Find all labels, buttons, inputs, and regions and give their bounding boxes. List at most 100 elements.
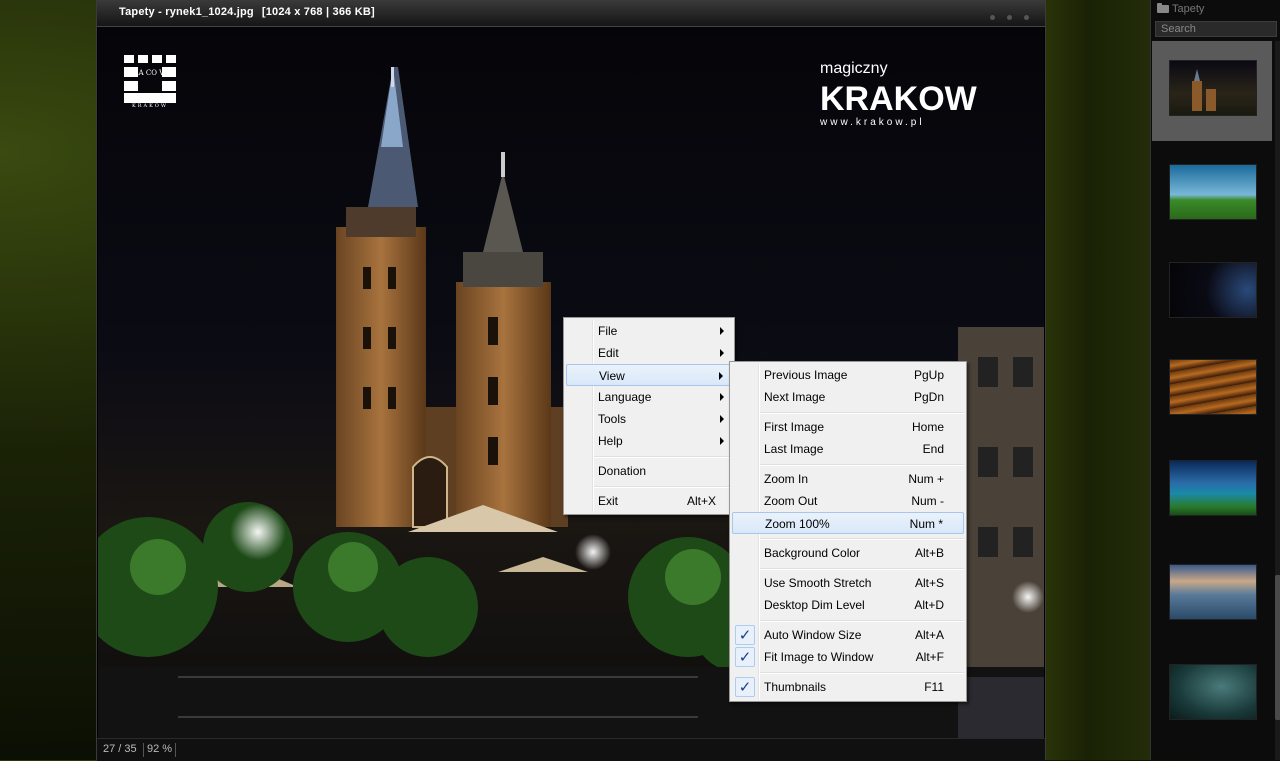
menu-item-shortcut: Alt+X xyxy=(686,494,716,508)
menu-item-label: Use Smooth Stretch xyxy=(764,576,872,590)
menu-item-shortcut: Num * xyxy=(909,517,943,531)
logo-krakow: KRAKOW xyxy=(820,80,978,118)
menu-item-shortcut: Alt+S xyxy=(914,576,944,590)
menu-item-help[interactable]: Help xyxy=(566,430,732,452)
menu-item-label: Desktop Dim Level xyxy=(764,598,865,612)
menu-separator xyxy=(594,486,732,488)
logo-krakow-url: www.krakow.pl xyxy=(819,117,925,128)
window-title: Tapety - rynek1_1024.jpg [1024 x 768 | 36… xyxy=(119,6,375,18)
menu-item-shortcut: End xyxy=(922,442,944,456)
minimize-dot[interactable] xyxy=(990,15,995,20)
menu-item-label: First Image xyxy=(764,420,825,434)
folder-icon xyxy=(1157,3,1169,13)
desktop-background xyxy=(1044,0,1150,760)
menu-item-shortcut: F11 xyxy=(924,680,944,694)
menu-item-smooth-stretch[interactable]: Use Smooth Stretch Alt+S xyxy=(732,572,964,594)
menu-separator xyxy=(760,568,964,570)
title-bar[interactable]: Tapety - rynek1_1024.jpg [1024 x 768 | 36… xyxy=(97,0,1045,27)
status-divider xyxy=(175,743,176,757)
menu-item-auto-window-size[interactable]: ✓ Auto Window Size Alt+A xyxy=(732,624,964,646)
menu-item-shortcut: Alt+F xyxy=(915,650,944,664)
menu-item-file[interactable]: File xyxy=(566,320,732,342)
window-controls[interactable] xyxy=(978,9,1029,23)
menu-item-label: Edit xyxy=(598,346,619,360)
menu-item-previous-image[interactable]: Previous Image PgUp xyxy=(732,364,964,386)
menu-item-label: Last Image xyxy=(764,442,824,456)
menu-item-label: Help xyxy=(598,434,623,448)
menu-item-exit[interactable]: Exit Alt+X xyxy=(566,490,732,512)
menu-item-label: Background Color xyxy=(764,546,861,560)
menu-item-thumbnails[interactable]: ✓ Thumbnails F11 xyxy=(732,676,964,698)
window-title-text: Tapety - rynek1_1024.jpg xyxy=(119,6,254,18)
menu-item-shortcut: Num + xyxy=(908,472,944,486)
status-bar: 27 / 35 92 % xyxy=(97,738,1045,761)
menu-separator xyxy=(760,412,964,414)
menu-item-tools[interactable]: Tools xyxy=(566,408,732,430)
image-info: [1024 x 768 | 366 KB] xyxy=(261,6,375,18)
menu-item-fit-image-to-window[interactable]: ✓ Fit Image to Window Alt+F xyxy=(732,646,964,668)
menu-item-label: Language xyxy=(598,390,652,404)
menu-item-shortcut: Alt+D xyxy=(914,598,944,612)
thumbnail-green-abstract[interactable] xyxy=(1169,664,1257,720)
menu-item-zoom-out[interactable]: Zoom Out Num - xyxy=(732,490,964,512)
menu-item-background-color[interactable]: Background Color Alt+B xyxy=(732,542,964,564)
menu-separator xyxy=(760,672,964,674)
menu-item-last-image[interactable]: Last Image End xyxy=(732,438,964,460)
thumbnail-panel: Tapety xyxy=(1150,0,1280,760)
menu-item-next-image[interactable]: Next Image PgDn xyxy=(732,386,964,408)
menu-separator xyxy=(760,620,964,622)
thumbnail-krakow[interactable] xyxy=(1169,60,1257,116)
menu-item-shortcut: Num - xyxy=(911,494,944,508)
menu-item-shortcut: PgDn xyxy=(913,390,944,404)
menu-item-label: Zoom Out xyxy=(764,494,818,508)
menu-item-language[interactable]: Language xyxy=(566,386,732,408)
folder-name: Tapety xyxy=(1172,3,1205,15)
thumbnail-mountain-lake[interactable] xyxy=(1169,460,1257,516)
menu-item-donation[interactable]: Donation xyxy=(566,460,732,482)
menu-item-view[interactable]: View xyxy=(566,364,732,386)
menu-separator xyxy=(760,464,964,466)
zoom-level: 92 % xyxy=(147,743,173,755)
checkmark-icon: ✓ xyxy=(735,625,755,645)
menu-item-label: Fit Image to Window xyxy=(764,650,874,664)
menu-item-zoom-in[interactable]: Zoom In Num + xyxy=(732,468,964,490)
submenu-arrow-icon xyxy=(720,327,724,335)
submenu-arrow-icon xyxy=(720,393,724,401)
checkmark-icon: ✓ xyxy=(735,677,755,697)
menu-item-zoom-100[interactable]: Zoom 100% Num * xyxy=(732,512,964,534)
menu-item-label: Zoom In xyxy=(764,472,809,486)
menu-separator xyxy=(594,456,732,458)
thumbnail-tiger-stripes[interactable] xyxy=(1169,359,1257,415)
logo-cracovia: CRA CO VIA xyxy=(128,69,173,77)
thumbnail-landscape-tree[interactable] xyxy=(1169,164,1257,220)
menu-item-label: Next Image xyxy=(764,390,826,404)
thumbnail-dark-abstract[interactable] xyxy=(1169,262,1257,318)
maximize-dot[interactable] xyxy=(1007,15,1012,20)
menu-item-shortcut: Alt+A xyxy=(914,628,944,642)
menu-item-label: Auto Window Size xyxy=(764,628,862,642)
status-divider xyxy=(143,743,144,757)
search-input[interactable] xyxy=(1155,21,1277,37)
menu-item-label: Zoom 100% xyxy=(765,517,830,531)
image-position: 27 / 35 xyxy=(103,743,137,755)
menu-item-first-image[interactable]: First Image Home xyxy=(732,416,964,438)
menu-item-shortcut: Alt+B xyxy=(914,546,944,560)
menu-item-label: Previous Image xyxy=(764,368,848,382)
close-dot[interactable] xyxy=(1024,15,1029,20)
folder-header: Tapety xyxy=(1157,3,1204,15)
menu-item-label: Thumbnails xyxy=(764,680,827,694)
submenu-arrow-icon xyxy=(720,437,724,445)
thumbnail-mountain-sunset[interactable] xyxy=(1169,564,1257,620)
menu-item-desktop-dim-level[interactable]: Desktop Dim Level Alt+D xyxy=(732,594,964,616)
menu-item-label: Donation xyxy=(598,464,647,478)
logo-magiczny: magiczny xyxy=(820,60,888,77)
menu-item-label: Tools xyxy=(598,412,627,426)
submenu-arrow-icon xyxy=(719,372,723,380)
menu-item-label: File xyxy=(598,324,618,338)
view-submenu: Previous Image PgUp Next Image PgDn First … xyxy=(729,361,967,702)
menu-item-label: Exit xyxy=(598,494,619,508)
menu-item-edit[interactable]: Edit xyxy=(566,342,732,364)
menu-separator xyxy=(760,538,964,540)
submenu-arrow-icon xyxy=(720,349,724,357)
thumbnail-scrollbar-thumb[interactable] xyxy=(1275,575,1280,720)
